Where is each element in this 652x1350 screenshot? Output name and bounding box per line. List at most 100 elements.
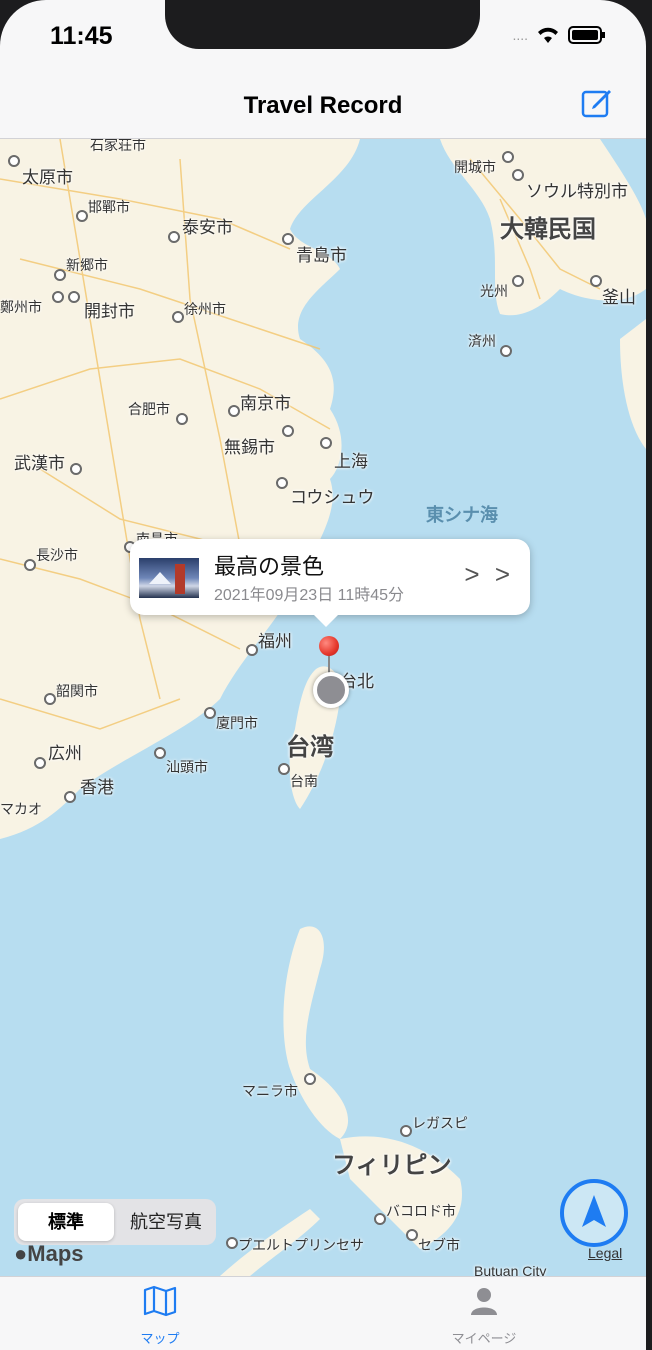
annotation-callout[interactable]: 最高の景色 2021年09月23日 11時45分 > > — [130, 539, 530, 627]
map-label: バコロド市 — [386, 1203, 456, 1219]
person-icon — [471, 1288, 497, 1315]
city-marker — [590, 275, 602, 287]
map-label: 無錫市 — [224, 438, 275, 457]
city-marker — [304, 1073, 316, 1085]
notch — [165, 0, 480, 49]
city-marker — [52, 291, 64, 303]
map-icon — [143, 1285, 177, 1317]
city-marker — [68, 291, 80, 303]
city-marker — [168, 231, 180, 243]
map-pin-icon[interactable] — [319, 636, 339, 656]
city-marker — [154, 747, 166, 759]
map-label: 開城市 — [454, 159, 496, 175]
map-label: 鄭州市 — [0, 299, 42, 315]
map-label: 香港 — [80, 778, 114, 797]
detail-disclosure-button[interactable]: > > — [464, 559, 514, 590]
map-type-segmented-control: 標準 航空写真 — [14, 1199, 216, 1245]
segment-standard[interactable]: 標準 — [18, 1203, 114, 1241]
map-label: セブ市 — [418, 1237, 460, 1253]
map-label: 徐州市 — [184, 301, 226, 317]
wifi-icon — [538, 27, 558, 43]
map-label: フィリピン — [332, 1152, 452, 1179]
city-marker — [282, 233, 294, 245]
legal-link[interactable]: Legal — [588, 1245, 622, 1261]
compose-icon[interactable] — [580, 86, 614, 120]
map-label: ソウル特別市 — [526, 182, 628, 201]
map-label: レガスピ — [412, 1115, 468, 1131]
city-marker — [70, 463, 82, 475]
tab-bar: マップ マイページ — [0, 1276, 646, 1350]
map-label: 光州 — [480, 283, 508, 299]
city-marker — [400, 1125, 412, 1137]
city-marker — [8, 155, 20, 167]
map-label: 長沙市 — [36, 547, 78, 563]
apple-maps-logo: ●Maps — [14, 1241, 84, 1267]
city-marker — [64, 791, 76, 803]
tab-map[interactable]: マップ — [80, 1285, 240, 1347]
map-label: 汕頭市 — [166, 759, 208, 775]
city-marker — [44, 693, 56, 705]
city-marker — [24, 559, 36, 571]
city-marker — [54, 269, 66, 281]
city-marker — [406, 1229, 418, 1241]
map-label: 広州 — [48, 744, 82, 763]
user-tracking-button[interactable] — [560, 1179, 628, 1247]
map-label: 台南 — [290, 773, 318, 789]
map-label: 邯鄲市 — [88, 199, 130, 215]
city-marker — [76, 210, 88, 222]
map-label: 廈門市 — [216, 715, 258, 731]
map-label: 大韓民国 — [500, 216, 596, 243]
map-label: 新郷市 — [66, 257, 108, 273]
city-marker — [226, 1237, 238, 1249]
map-label: 東シナ海 — [426, 505, 498, 525]
tab-label: マイページ — [451, 1331, 517, 1346]
map-label: コウシュウ — [290, 488, 375, 507]
city-marker — [320, 437, 332, 449]
map-label: 釜山 — [602, 288, 636, 307]
map-label: 合肥市 — [128, 401, 170, 417]
city-marker — [34, 757, 46, 769]
city-marker — [276, 477, 288, 489]
segment-satellite[interactable]: 航空写真 — [118, 1203, 214, 1241]
map-label: マニラ市 — [242, 1083, 298, 1099]
tab-label: マップ — [140, 1331, 180, 1346]
map-label: プエルトプリンセサ — [238, 1237, 364, 1253]
city-marker — [500, 345, 512, 357]
map-label: 太原市 — [22, 168, 73, 187]
map-label: 済州 — [468, 333, 496, 349]
map-label: 開封市 — [84, 302, 135, 321]
map-label: 韶関市 — [56, 683, 98, 699]
map-label: 台湾 — [286, 734, 334, 761]
city-marker — [176, 413, 188, 425]
map-label: マカオ — [0, 801, 42, 817]
city-marker — [282, 425, 294, 437]
apple-icon: ● — [14, 1241, 28, 1266]
city-marker — [374, 1213, 386, 1225]
navigation-bar: Travel Record — [0, 70, 646, 139]
status-icons: .... — [512, 26, 606, 44]
user-location-icon — [313, 672, 349, 708]
map-label: Butuan City — [474, 1263, 547, 1276]
city-marker — [204, 707, 216, 719]
city-marker — [246, 644, 258, 656]
city-marker — [512, 169, 524, 181]
callout-title: 最高の景色 — [214, 554, 325, 579]
city-marker — [172, 311, 184, 323]
city-marker — [502, 151, 514, 163]
maps-logo-text: Maps — [27, 1241, 84, 1266]
map-label: 南京市 — [240, 394, 291, 413]
map-label: 泰安市 — [182, 218, 233, 237]
signal-icon: .... — [512, 27, 528, 43]
city-marker — [512, 275, 524, 287]
map-label: 福州 — [258, 632, 292, 651]
photo-thumbnail — [139, 558, 199, 598]
map-view[interactable]: 石家荘市 太原市 邯鄲市 泰安市 青島市 新郷市 鄭州市 開封市 徐州市 合肥市… — [0, 139, 646, 1276]
map-label: 石家荘市 — [90, 139, 146, 153]
callout-timestamp: 2021年09月23日 11時45分 — [214, 587, 405, 604]
status-time: 11:45 — [50, 22, 113, 50]
tab-mypage[interactable]: マイページ — [404, 1285, 564, 1347]
map-label: 青島市 — [296, 246, 347, 265]
page-title: Travel Record — [243, 92, 403, 119]
battery-icon — [568, 26, 605, 44]
location-arrow-icon — [582, 1195, 606, 1227]
